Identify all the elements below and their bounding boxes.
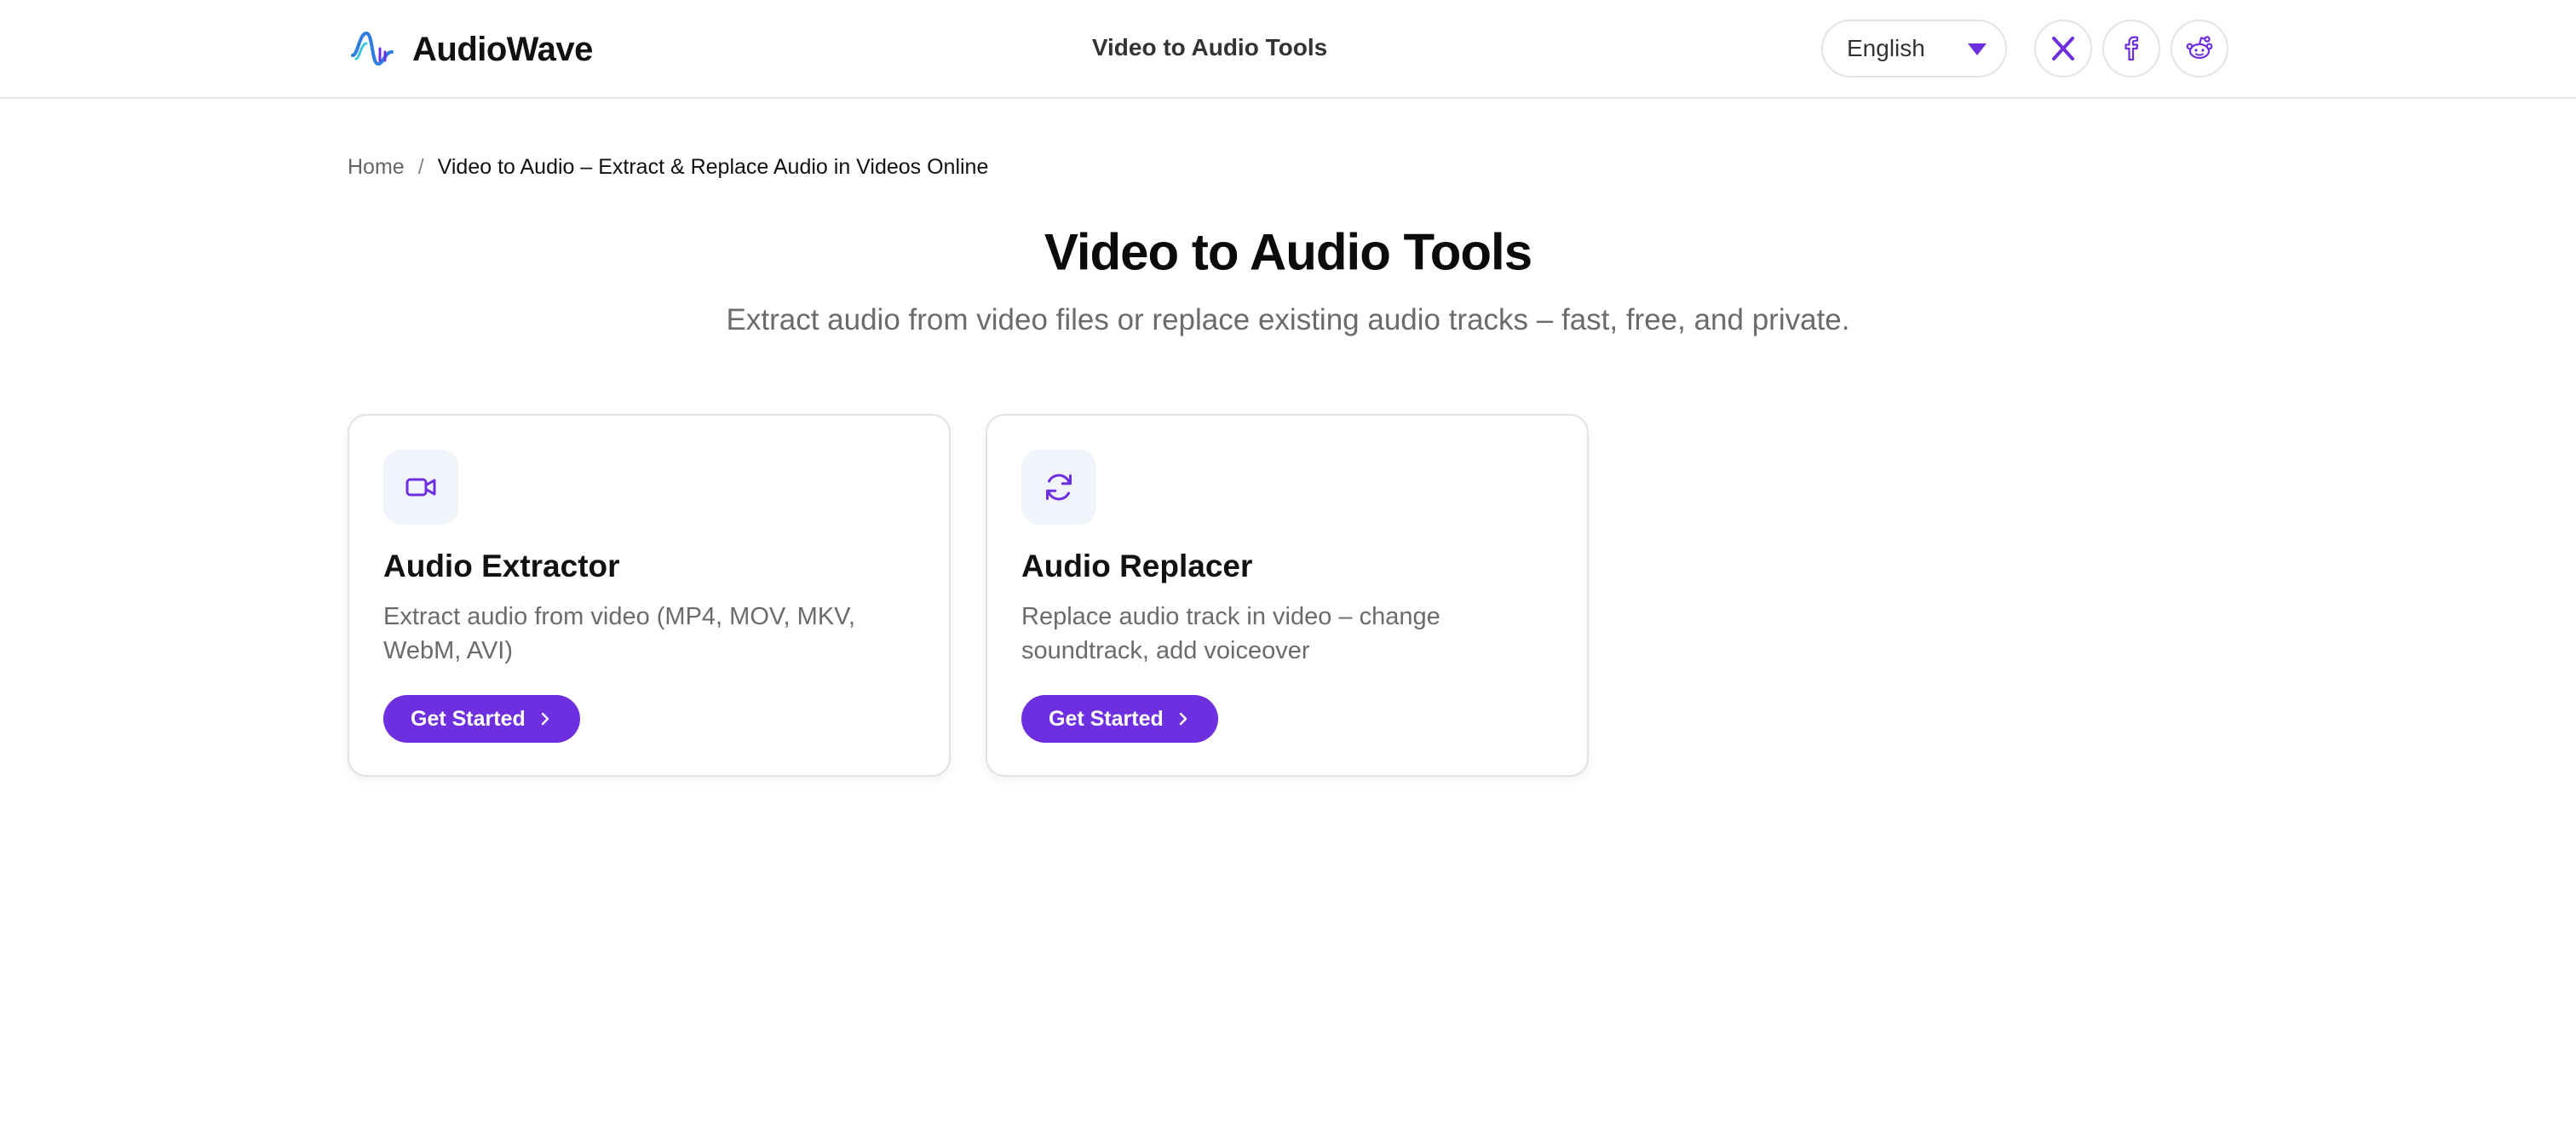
- video-camera-icon: [405, 478, 436, 497]
- facebook-link[interactable]: [2102, 20, 2160, 78]
- page-subtitle: Extract audio from video files or replac…: [726, 303, 1850, 336]
- breadcrumb-current-page: Video to Audio – Extract & Replace Audio…: [437, 155, 989, 179]
- card-description: Replace audio track in video – change so…: [1021, 603, 1440, 664]
- reddit-logo-icon: [2186, 36, 2213, 60]
- breadcrumb-separator: /: [417, 155, 424, 179]
- brand-name: AudioWave: [412, 30, 593, 68]
- breadcrumb-home-link[interactable]: Home: [348, 155, 405, 180]
- get-started-button-audio-replacer[interactable]: Get Started: [1021, 695, 1218, 743]
- language-select[interactable]: English: [1821, 20, 2007, 78]
- card-icon-container: [383, 450, 458, 525]
- card-title: Audio Replacer: [1021, 549, 1253, 583]
- breadcrumb: Home / Video to Audio – Extract & Replac…: [348, 155, 988, 180]
- refresh-icon: [1046, 474, 1072, 501]
- x-logo-icon: [2052, 37, 2074, 60]
- x-twitter-link[interactable]: [2034, 20, 2092, 78]
- button-label: Get Started: [1049, 706, 1164, 731]
- audiowave-logo-icon: [351, 31, 394, 66]
- card-description: Extract audio from video (MP4, MOV, MKV,…: [383, 603, 855, 664]
- reddit-link[interactable]: [2171, 20, 2228, 78]
- header-title: Video to Audio Tools: [1091, 34, 1328, 60]
- tool-card-audio-extractor: Audio Extractor Extract audio from video…: [348, 414, 951, 777]
- get-started-button-audio-extractor[interactable]: Get Started: [383, 695, 580, 743]
- site-header: AudioWave Video to Audio Tools English: [0, 0, 2576, 99]
- chevron-right-icon: [541, 712, 549, 726]
- card-title: Audio Extractor: [383, 549, 620, 583]
- page-title: Video to Audio Tools: [1044, 223, 1532, 281]
- caret-down-icon: [1968, 43, 1987, 55]
- facebook-logo-icon: [2125, 36, 2139, 61]
- language-selected-value: English: [1847, 35, 1925, 61]
- card-icon-container: [1021, 450, 1096, 525]
- button-label: Get Started: [411, 706, 526, 731]
- tool-card-audio-replacer: Audio Replacer Replace audio track in vi…: [986, 414, 1589, 777]
- brand-logo-link[interactable]: AudioWave: [349, 22, 593, 77]
- chevron-right-icon: [1179, 712, 1187, 726]
